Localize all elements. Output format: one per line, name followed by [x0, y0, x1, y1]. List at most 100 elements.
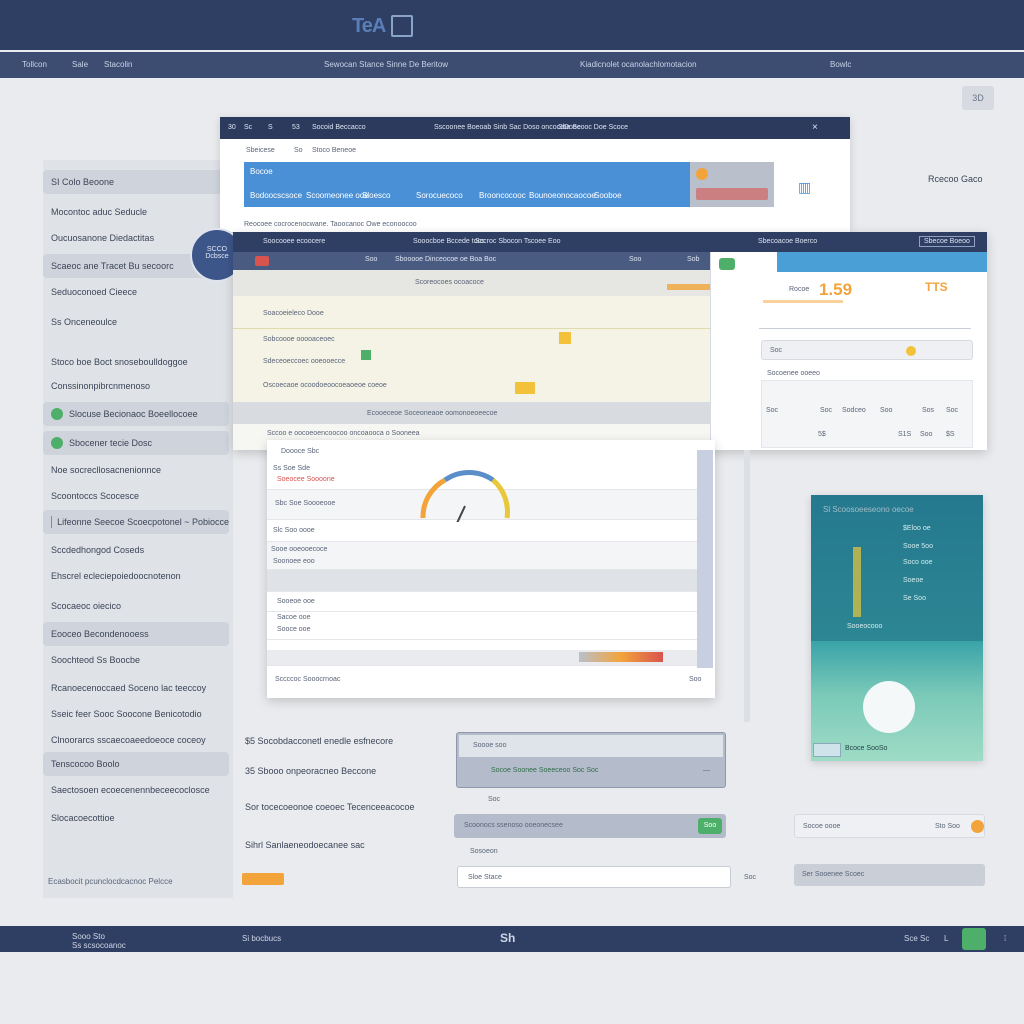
sidebar-item[interactable]: SI Colo Beoone [43, 170, 229, 194]
overlay-row-3[interactable]: Sdeceoeccoec ooeooecce [263, 358, 345, 365]
footer-right-2[interactable]: L [944, 934, 948, 943]
sidebar-item-label: Tenscocoo Boolo [51, 759, 120, 769]
win2-sub-1[interactable]: Soo [365, 256, 377, 263]
detail-footer-right: Soo [689, 676, 702, 683]
win1-tab-4[interactable]: Sorocuecoco [416, 191, 463, 200]
sidebar-item[interactable]: Saectosoen ecoecenennbeceecoclosce [43, 778, 223, 802]
win1-tab-6[interactable]: Bounoeonocaocoe [529, 191, 596, 200]
table-row[interactable] [267, 570, 697, 592]
sidebar-item[interactable]: Rcanoecenoccaed Soceno lac teeccoy [43, 676, 223, 700]
green-toggle-icon[interactable] [719, 258, 735, 270]
scrollbar[interactable] [697, 450, 713, 668]
sidebar-item[interactable]: Conssinonpibrcnmenoso [43, 374, 223, 398]
sidebar-item[interactable]: Ehscrel ecleciepoiedoocnotenon [43, 564, 223, 588]
win1-tab-0[interactable]: Bocoe [250, 167, 273, 176]
corner-button[interactable]: 3D [962, 86, 994, 110]
top-header: TeA [0, 0, 1024, 50]
win1-tab-7[interactable]: Sooboe [594, 191, 622, 200]
win2-title-3[interactable]: Sccroc Sbocon Tscoee Eoo [475, 238, 560, 245]
nav-item-2[interactable]: Sale [72, 60, 88, 69]
price-card-header [777, 252, 987, 272]
footer-left-2[interactable]: Ss scsocoanoc [72, 941, 126, 950]
teal-button-icon[interactable] [813, 743, 841, 757]
win2-title-btn[interactable]: Sbecoe Boeoo [919, 236, 975, 247]
status-green-button[interactable] [962, 928, 986, 950]
win2-sub-4[interactable]: Sob [687, 256, 699, 263]
sidebar-item[interactable]: Slocuse Becionaoc Boeellocoee [43, 402, 229, 426]
overlay-row-1[interactable]: Soacoeieleco Dooe [263, 310, 324, 317]
form-input-2-btn[interactable]: Soo [698, 818, 722, 834]
win2-title-4[interactable]: Sbecoacoe Boerco [758, 238, 817, 245]
sidebar-item-label: Sbocener tecie Dosc [69, 438, 153, 448]
sidebar-item[interactable]: Eooceo Becondenooess [43, 622, 229, 646]
win1-side-panel[interactable] [690, 162, 774, 207]
form-card[interactable]: Soooe soo Socoe Soonee Soeeceoo Soc Soc … [456, 732, 726, 788]
sidebar-item[interactable]: Tenscocoo Boolo [43, 752, 229, 776]
sidebar-item[interactable]: Sbocener tecie Dosc [43, 431, 229, 455]
footer-center[interactable]: Sh [500, 931, 515, 945]
win2-sub-2[interactable]: Sbooooe Dinceocoe oe Boa Boc [395, 256, 496, 263]
overlay-row-4[interactable]: Oscoecaoe ocoodoeoocoeaoeoe coeoe [263, 382, 387, 389]
win1-tab-3[interactable]: Sloesco [362, 191, 390, 200]
overlay-header-bar [667, 284, 711, 290]
sidebar-item[interactable]: Scoontoccs Scocesce [43, 484, 223, 508]
app-logo[interactable]: TeA [352, 12, 434, 40]
nav-item-4[interactable]: Sewocan Stance Sinne De Beritow [324, 60, 448, 69]
table-row[interactable]: Sooeoe ooe [267, 592, 697, 612]
footer-left-1[interactable]: Sooo Sto [72, 932, 105, 941]
form-input-3[interactable]: Sloe Stace [457, 866, 731, 888]
right-field-1-value: Sto Soo [935, 823, 960, 830]
form-input-2[interactable]: Scoonocs ssenoso ooeonecsee Soo [454, 814, 726, 838]
sidebar-item[interactable]: Soochteod Ss Boocbe [43, 648, 223, 672]
teal-button[interactable]: Bcoce SooSo [845, 745, 887, 752]
table-row[interactable] [267, 650, 697, 666]
sidebar-item[interactable]: Noe socrecllosacnenionnce [43, 458, 223, 482]
win1-tab-5[interactable]: Brooncocooc [479, 191, 526, 200]
sidebar-item[interactable]: Clnoorarcs sscaecoaeedoeoce coceoy [43, 728, 223, 752]
nav-item-6[interactable]: Bowlc [830, 60, 851, 69]
table-row[interactable]: Slc Soo oooe [267, 520, 697, 542]
table-row[interactable]: Sooe ooeooecoce Soonoee eoo [267, 542, 697, 570]
form-card-input[interactable]: Soooe soo [459, 735, 723, 757]
sidebar-item[interactable]: Sccdedhongod Coseds [43, 538, 223, 562]
close-icon[interactable]: × [812, 122, 818, 133]
win2-title-2[interactable]: Sooocboe Bccede tocs [413, 238, 485, 245]
win1-tab-2[interactable]: Scoomeonee ooe [306, 191, 369, 200]
nav-item-3[interactable]: Stacolin [104, 60, 132, 69]
win1-title-2[interactable]: Sc [244, 124, 252, 131]
win1-title-7[interactable]: Sbe Scooc Doe Scoce [558, 124, 628, 131]
row-text: Ss Soe Sde [273, 465, 310, 472]
footer-right[interactable]: Sce Sc [904, 934, 929, 943]
overlay-row-2[interactable]: Sobcoooe ooooaceoec [263, 336, 335, 343]
monitor-icon [391, 15, 414, 37]
gauge-needle [456, 505, 466, 522]
overlay-footer-row: Ecooeceoe Soceoneaoe oomonoeoeecoe [233, 402, 711, 424]
sidebar-item[interactable]: Stoco boe Boct snoseboulldoggoe [43, 350, 223, 374]
sidebar-item[interactable]: Lifeonne Seecoe Scoecpotonel ~ Pobiocce [43, 510, 229, 534]
right-field-1[interactable]: Socoe oooe Sto Soo [794, 814, 985, 838]
win1-title-5[interactable]: Socoid Beccacco [312, 124, 366, 131]
overlay-titlebar: Soocooee ecoocere Sooocboe Bccede tocs S… [233, 232, 987, 252]
sidebar-item[interactable]: Scocaeoc oiecico [43, 594, 223, 618]
sidebar-item[interactable]: Sseic feer Sooc Soocone Benicotodio [43, 702, 223, 726]
win1-tab-1[interactable]: Bodoocscsoce [250, 191, 302, 200]
footer-end-icon[interactable]: ⁞ [1004, 934, 1006, 943]
nav-item-1[interactable]: Tollcon [22, 60, 47, 69]
win2-title-1[interactable]: Soocooee ecoocere [263, 238, 325, 245]
nav-item-5[interactable]: Kiadicnolet ocanolachlomotacion [580, 60, 697, 69]
price-field[interactable]: Soc [761, 340, 973, 360]
footer-mid[interactable]: Si bocbucs [242, 934, 281, 943]
sidebar-item[interactable]: Seduoconoed Cieece [43, 280, 223, 304]
win1-title-3[interactable]: S [268, 124, 273, 131]
form-card-close[interactable]: — [703, 767, 710, 774]
win1-title-1[interactable]: 30 [228, 124, 236, 131]
detail-footer: Sccccoc Sooocrnoac [275, 676, 341, 683]
sidebar-item[interactable]: Ss Onceneoulce [43, 310, 223, 334]
win1-title-4[interactable]: 53 [292, 124, 300, 131]
sidebar-item[interactable]: Slocacoecottioe [43, 806, 223, 830]
table-row[interactable]: Sacoe ooe Sooce ooe [267, 612, 697, 640]
sidebar-item[interactable]: Mocontoc aduc Seducle [43, 200, 223, 224]
divider [759, 328, 971, 329]
right-field-2[interactable]: Ser Sooenee Scoec [794, 864, 985, 886]
win2-sub-3[interactable]: Soo [629, 256, 641, 263]
